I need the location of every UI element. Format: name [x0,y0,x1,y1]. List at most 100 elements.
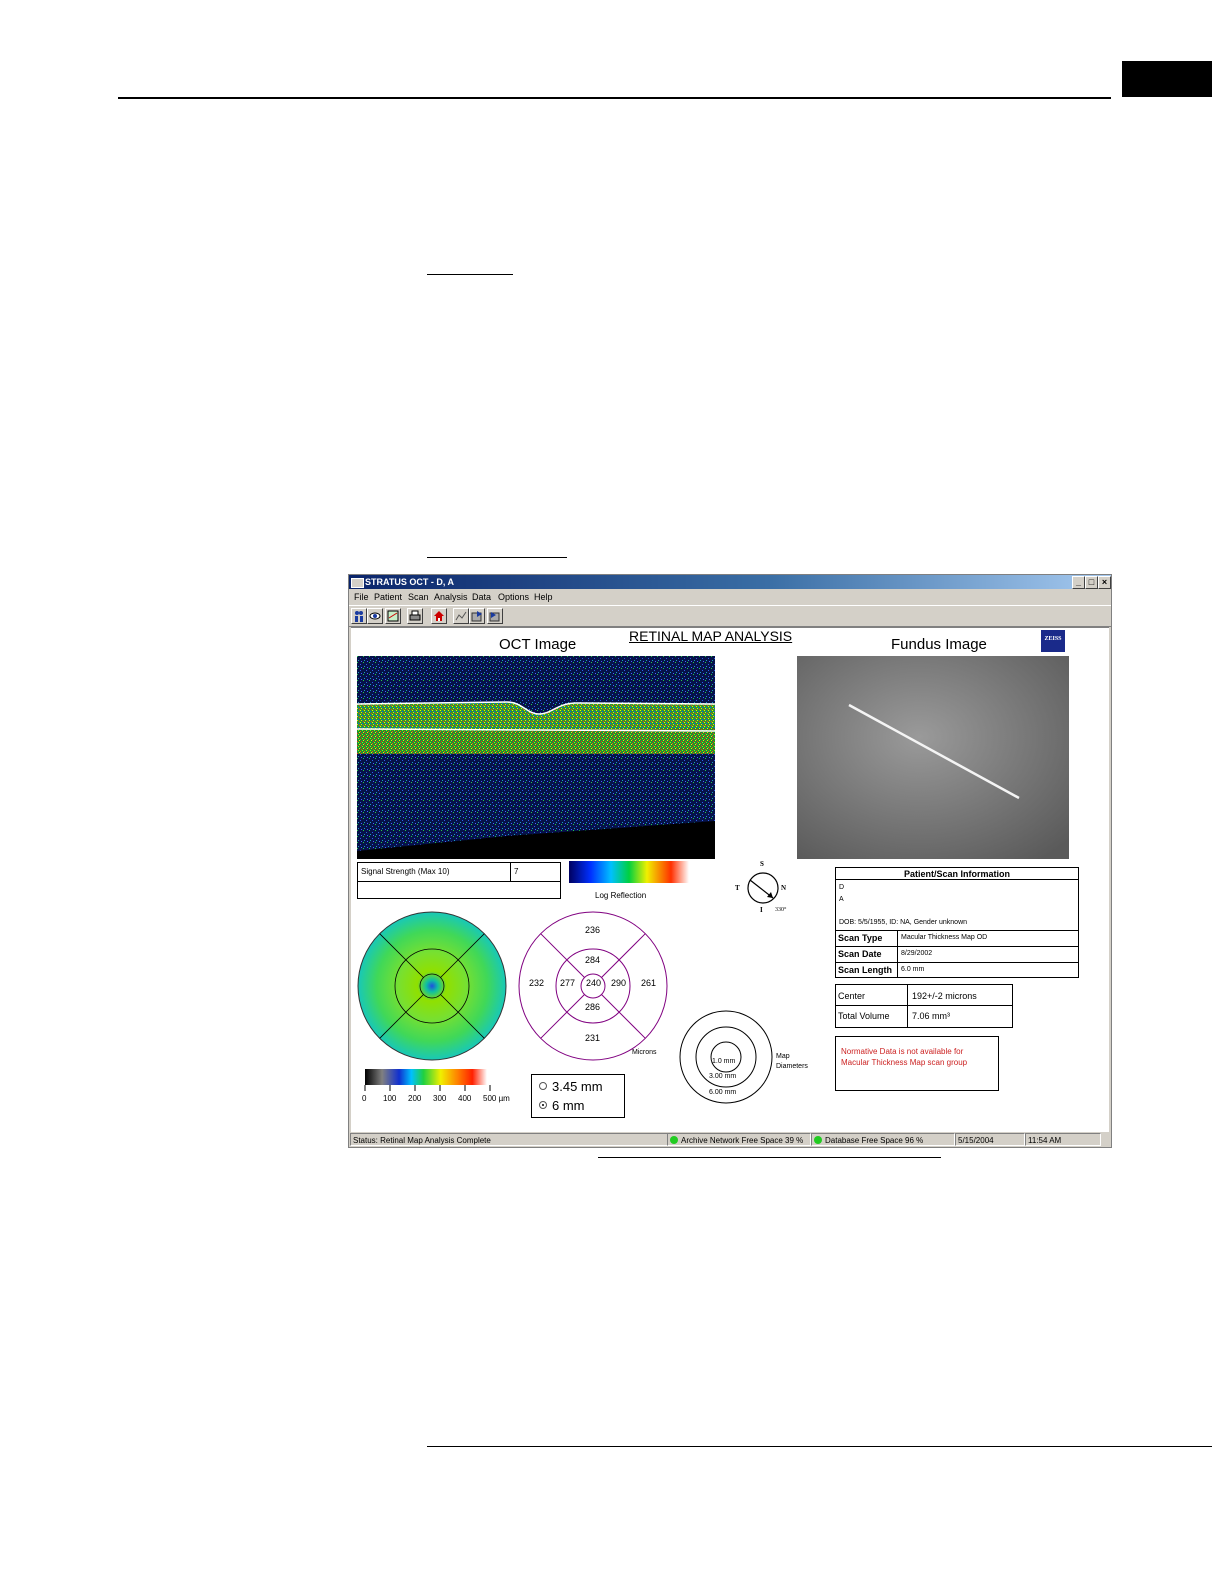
scan-angle: 330° [775,907,787,913]
scale-tick-300: 300 [433,1094,447,1103]
compass-nasal: N [781,884,787,892]
thickness-color-scale [365,1069,487,1085]
menu-file[interactable]: File [354,590,369,604]
status-message: Status: Retinal Map Analysis Complete [350,1133,668,1146]
center-thickness-value: 240 [586,978,602,988]
center-value: 192+/-2 microns [912,991,977,1001]
status-date: 5/15/2004 [955,1133,1025,1146]
home-icon [434,611,444,621]
outer-diameter-label: 6.00 mm [709,1089,737,1096]
oct-image-heading: OCT Image [499,636,577,653]
signal-strength-label: Signal Strength (Max 10) [361,867,450,876]
stratus-oct-window: STRATUS OCT - D, A _ □ × File Patient Sc… [348,574,1112,1148]
menu-bar: File Patient Scan Analysis Data Options … [349,590,1111,604]
signal-strength-box: Signal Strength (Max 10) 7 [357,862,561,899]
outer-superior-value: 236 [585,925,601,935]
close-button[interactable]: × [1098,576,1111,589]
radio-6[interactable] [539,1101,547,1109]
scan-button[interactable] [385,608,401,624]
heading-underline [427,557,567,558]
analysis-button[interactable] [453,608,469,624]
eye-button[interactable] [367,608,383,624]
scan-type-label: Scan Type [838,933,883,943]
scale-ticks [364,1085,491,1091]
patients-icon [355,611,363,622]
report-title: RETINAL MAP ANALYSIS [629,628,793,644]
caption-rule [598,1157,941,1158]
print-button[interactable] [407,608,423,624]
archive-space-panel: Archive Network Free Space 39 % [667,1133,811,1146]
patient-first-name: A [839,896,844,903]
signal-strength-value: 7 [514,867,519,876]
scan-date-label: Scan Date [838,949,882,959]
total-volume-label: Total Volume [838,1011,890,1021]
eye-icon [369,612,381,620]
home-button[interactable] [431,608,447,624]
patient-dob: DOB: 5/5/1955, ID: NA, Gender unknown [839,919,968,926]
status-ok-icon [814,1136,822,1144]
inner-superior-value: 284 [585,955,601,965]
status-bar: Status: Retinal Map Analysis Complete Ar… [349,1133,1111,1146]
compass-superior: S [760,860,764,868]
scale-tick-200: 200 [408,1094,422,1103]
normative-note-box: Normative Data is not available for Macu… [835,1036,999,1091]
normative-note: Normative Data is not available for Macu… [841,1047,968,1067]
status-time: 11:54 AM [1025,1133,1101,1146]
fundus-image-heading: Fundus Image [891,636,987,653]
menu-analysis[interactable]: Analysis [434,590,468,604]
archive-space: Archive Network Free Space 39 % [681,1136,804,1145]
export-button[interactable] [469,608,485,624]
toolbar [349,605,1111,627]
analysis-icon [455,611,467,621]
database-space: Database Free Space 96 % [825,1136,924,1145]
patient-info-heading: Patient/Scan Information [903,869,1010,879]
app-icon [351,578,364,588]
title-bar: STRATUS OCT - D, A _ □ × [349,575,1111,589]
center-label: Center [838,991,866,1001]
status-ok-icon [670,1136,678,1144]
total-volume-value: 7.06 mm³ [912,1011,951,1021]
scan-icon [387,610,399,622]
menu-help[interactable]: Help [534,590,553,604]
inner-diameter-label: 1.0 mm [712,1058,736,1065]
outer-temporal-value: 232 [529,978,545,988]
heading-underline [427,274,513,275]
menu-data[interactable]: Data [472,590,491,604]
oct-image [357,656,715,859]
patient-info-box: Patient/Scan Information D A DOB: 5/5/19… [835,867,1079,978]
window-title: STRATUS OCT - D, A [365,577,454,587]
log-reflection-scale [569,861,689,883]
middle-diameter-label: 3.00 mm [709,1073,737,1080]
scale-tick-100: 100 [383,1094,397,1103]
compass-inferior: I [760,906,763,914]
import-button[interactable] [487,608,503,624]
minimize-button[interactable]: _ [1072,576,1085,589]
menu-scan[interactable]: Scan [408,590,429,604]
map-diameter-selector: 3.45 mm 6 mm [531,1074,625,1118]
microns-label: Microns [632,1049,657,1056]
restore-button[interactable]: □ [1085,576,1098,589]
map-diameters-label-1: Map [776,1053,790,1060]
scale-tick-0: 0 [362,1094,367,1103]
fundus-image [797,656,1069,859]
scan-length-value: 6.0 mm [901,966,925,973]
compass-temporal: T [735,884,740,892]
diameter-option-label: 3.45 mm [552,1079,603,1094]
footer-rule [427,1446,1212,1447]
scan-date-value: 8/29/2002 [901,950,933,957]
import-icon [489,612,500,622]
menu-options[interactable]: Options [498,590,529,604]
patient-last-name: D [839,884,845,891]
inner-inferior-value: 286 [585,1002,601,1012]
scan-type-value: Macular Thickness Map OD [901,934,988,941]
inner-temporal-value: 277 [560,978,576,988]
map-diameters-label-2: Diameters [776,1063,808,1070]
radio-3-45[interactable] [539,1082,547,1090]
report-area: OCT Image RETINAL MAP ANALYSIS Fundus Im… [351,627,1109,1132]
database-space-panel: Database Free Space 96 % [811,1133,955,1146]
scale-tick-500: 500 µm [483,1094,510,1103]
menu-patient[interactable]: Patient [374,590,402,604]
outer-inferior-value: 231 [585,1033,601,1043]
header-rule [118,97,1111,99]
patients-button[interactable] [351,608,367,624]
